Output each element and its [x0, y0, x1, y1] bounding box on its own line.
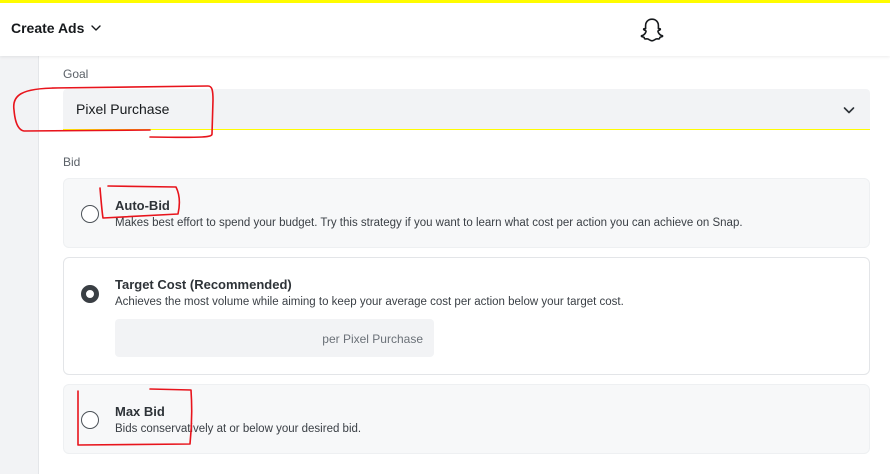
target-cost-radio[interactable] — [81, 285, 99, 303]
goal-select[interactable]: Pixel Purchase — [63, 89, 870, 130]
bid-option-target-cost[interactable]: Target Cost (Recommended) Achieves the m… — [63, 257, 870, 375]
target-cost-title: Target Cost (Recommended) — [115, 277, 292, 292]
chevron-down-icon — [843, 107, 855, 114]
auto-bid-description: Makes best effort to spend your budget. … — [115, 217, 743, 229]
goal-selected-value: Pixel Purchase — [76, 101, 170, 117]
left-rail — [0, 56, 39, 474]
chevron-down-icon — [91, 25, 102, 31]
bid-label: Bid — [63, 155, 81, 169]
create-ads-title: Create Ads — [11, 20, 85, 36]
top-bar: Create Ads — [0, 0, 890, 56]
auto-bid-radio[interactable] — [81, 205, 99, 223]
max-bid-description: Bids conservatively at or below your des… — [115, 423, 362, 435]
auto-bid-title: Auto-Bid — [115, 198, 170, 213]
bid-option-max-bid[interactable]: Max Bid Bids conservatively at or below … — [63, 384, 870, 454]
main-content: Goal Pixel Purchase Bid Auto-Bid Makes b… — [39, 56, 890, 474]
goal-label: Goal — [63, 67, 89, 81]
bid-option-auto-bid[interactable]: Auto-Bid Makes best effort to spend your… — [63, 178, 870, 248]
max-bid-radio[interactable] — [81, 411, 99, 429]
create-ads-menu[interactable]: Create Ads — [11, 20, 102, 36]
target-cost-description: Achieves the most volume while aiming to… — [115, 296, 624, 308]
target-cost-input[interactable]: per Pixel Purchase — [115, 319, 434, 357]
max-bid-title: Max Bid — [115, 404, 165, 419]
target-cost-input-suffix: per Pixel Purchase — [322, 332, 423, 346]
snapchat-ghost-icon[interactable] — [638, 16, 666, 44]
